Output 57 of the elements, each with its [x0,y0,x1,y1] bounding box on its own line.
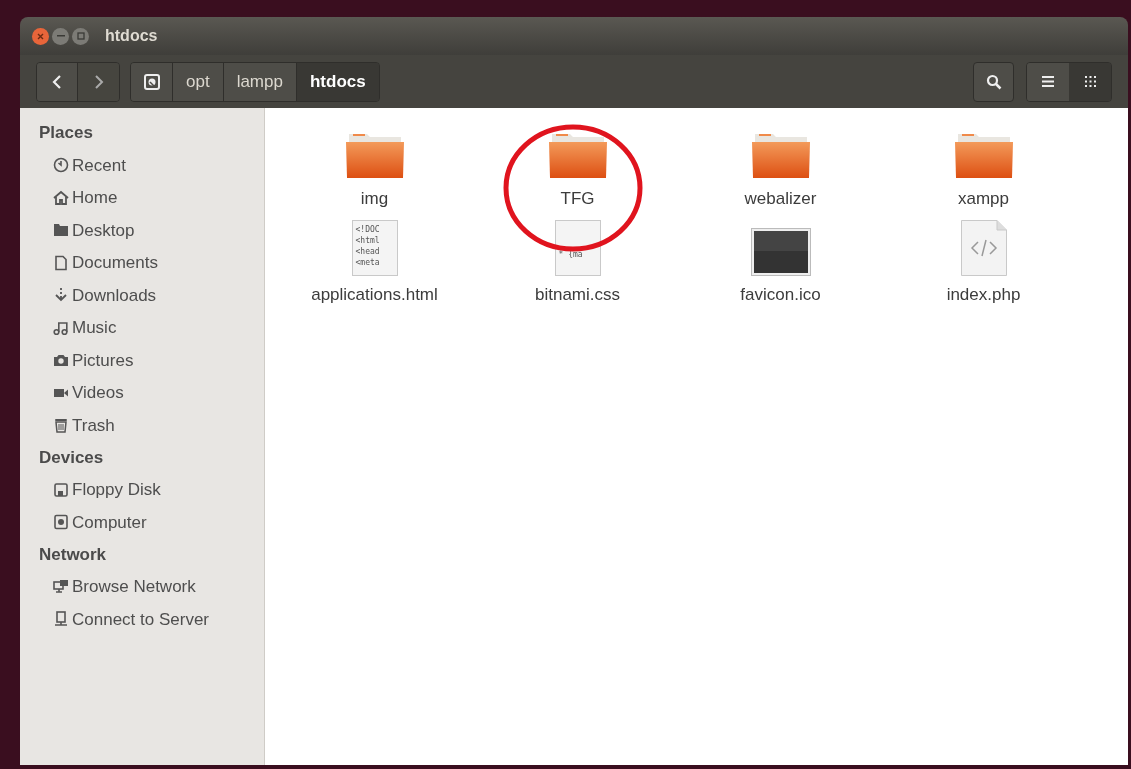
image-thumbnail [750,227,811,276]
close-icon[interactable] [32,27,49,45]
computer-icon [143,73,160,90]
preview-text: <meta [355,256,381,268]
sidebar-item[interactable]: Computer [72,509,147,535]
sidebar-item[interactable]: Pictures [72,347,134,373]
list-icon [1042,76,1054,87]
path-segment[interactable]: opt [173,62,224,101]
sidebar-heading: Devices [39,446,105,469]
file-name[interactable]: bitnami.css [535,281,620,307]
computer-icon [53,514,69,531]
sidebar-heading: Places [39,122,94,145]
sidebar-item[interactable]: Home [72,185,118,211]
file-name[interactable]: xampp [958,186,1009,212]
network-icon [53,578,69,595]
list-view-button[interactable] [1027,62,1069,101]
search-button[interactable] [973,61,1014,102]
computer-button[interactable] [131,62,173,101]
camera-icon [53,352,69,369]
grid-icon [1084,76,1096,87]
sidebar-item[interactable]: Recent [72,152,126,178]
preview-text: <html [355,234,381,246]
preview-text: * {ma [558,249,584,260]
preview-text: <!DOC [355,223,381,235]
window-title: htdocs [105,26,158,46]
path-segment[interactable]: htdocs [296,62,379,101]
code-file-icon [960,219,1007,276]
server-icon [53,611,69,628]
document-icon [53,254,69,271]
file-name[interactable]: webalizer [744,186,817,212]
sidebar-item[interactable]: Connect to Server [72,606,209,632]
file-name[interactable]: index.php [946,281,1021,307]
file-name[interactable]: favicon.ico [740,281,821,307]
folder-icon [53,222,69,239]
download-icon [53,287,69,304]
file-name[interactable]: TFG [560,186,595,212]
back-button[interactable] [37,62,78,101]
music-note-icon [53,319,69,336]
sidebar-item[interactable]: Downloads [72,282,157,308]
clock-icon [53,157,69,174]
sidebar-item[interactable]: Videos [72,380,124,406]
sidebar-item[interactable]: Music [72,315,117,341]
home-icon [53,189,69,206]
preview-text: <head [355,245,381,257]
file-name[interactable]: applications.html [311,281,438,307]
file-name[interactable]: img [360,186,389,212]
search-icon [985,73,1002,90]
trash-icon [53,417,69,434]
minimize-icon[interactable] [52,27,69,45]
sidebar-heading: Network [39,543,108,566]
grid-view-button[interactable] [1069,62,1111,101]
sidebar-item[interactable]: Browse Network [72,574,196,600]
sidebar-item[interactable]: Documents [72,250,158,276]
sidebar-item[interactable]: Trash [72,412,115,438]
path-segment[interactable]: lampp [223,62,297,101]
sidebar-item[interactable]: Desktop [72,217,135,243]
sidebar-item[interactable]: Floppy Disk [72,477,161,503]
